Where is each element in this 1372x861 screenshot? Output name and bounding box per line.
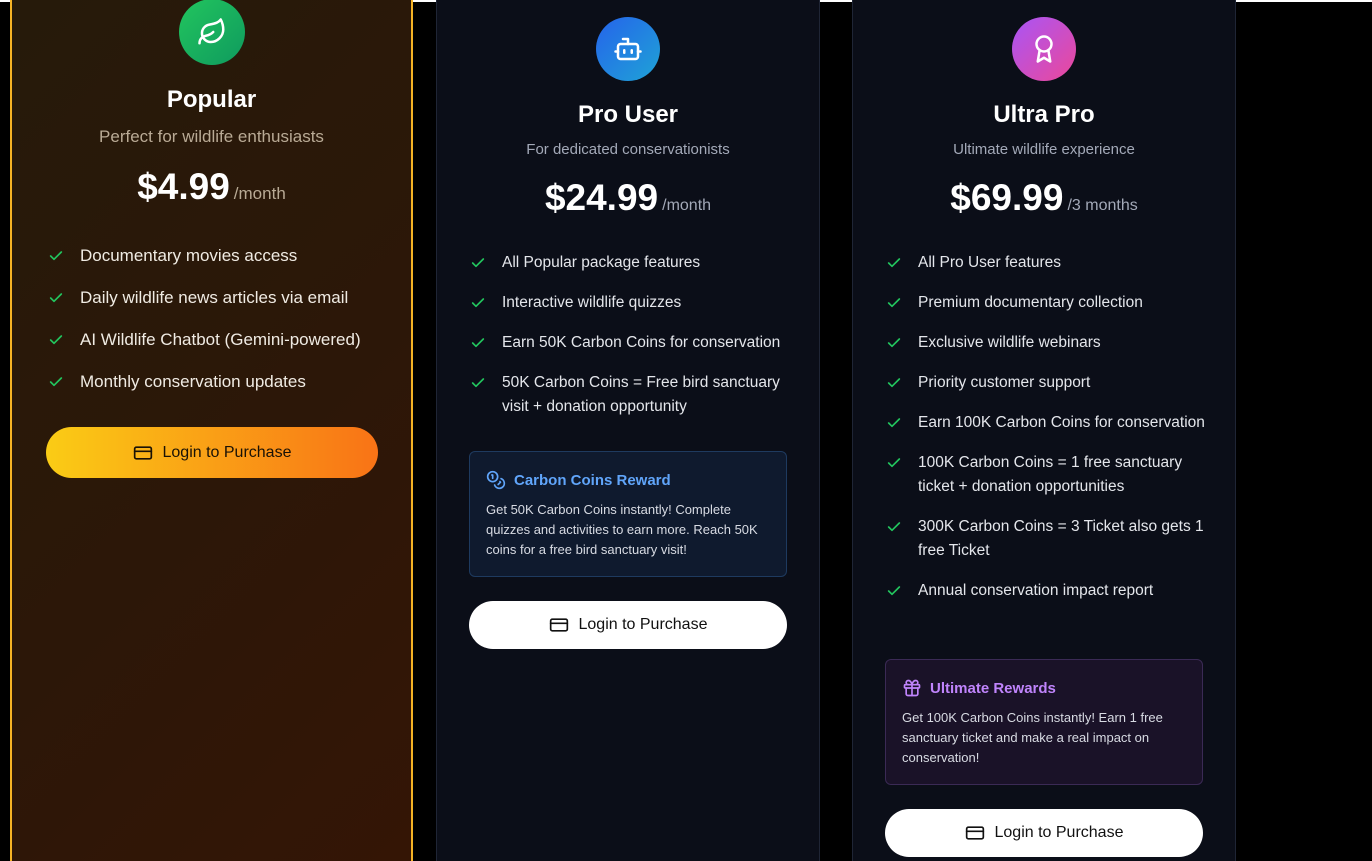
plan-card-popular: Popular Perfect for wildlife enthusiasts… [10, 0, 413, 861]
price-row: $4.99/month [12, 166, 411, 208]
feature-list: All Popular package features Interactive… [470, 251, 790, 435]
check-icon [49, 335, 63, 345]
plan-subtitle: Perfect for wildlife enthusiasts [99, 127, 324, 146]
feature-list: Documentary movies access Daily wildlife… [48, 244, 398, 412]
reward-header: Ultimate Rewards [902, 678, 1186, 698]
plan-card-pro-user: Pro User For dedicated conservationists … [436, 0, 820, 861]
reward-title: Ultimate Rewards [930, 679, 1056, 697]
check-icon [887, 298, 901, 308]
plan-price: $24.99 [544, 177, 659, 218]
login-to-purchase-button[interactable]: Login to Purchase [469, 601, 787, 649]
credit-card-icon [133, 445, 152, 460]
login-to-purchase-button[interactable]: Login to Purchase [46, 427, 378, 478]
feature-item: Earn 100K Carbon Coins for conservation [886, 411, 1206, 435]
feature-item: Earn 50K Carbon Coins for conservation [470, 331, 790, 355]
button-label: Login to Purchase [578, 616, 708, 633]
check-icon [471, 258, 485, 268]
check-icon [887, 458, 901, 468]
ultimate-rewards-box: Ultimate Rewards Get 100K Carbon Coins i… [885, 659, 1203, 785]
credit-card-icon [965, 826, 984, 840]
login-to-purchase-button[interactable]: Login to Purchase [885, 809, 1203, 857]
price-row: $24.99/month [437, 177, 819, 219]
feature-item: Monthly conservation updates [48, 370, 398, 394]
feature-item: 50K Carbon Coins = Free bird sanctuary v… [470, 371, 790, 419]
feature-text: Daily wildlife news articles via email [80, 288, 349, 307]
feature-item: Annual conservation impact report [886, 579, 1206, 603]
feature-text: All Popular package features [502, 254, 701, 271]
feature-item: Interactive wildlife quizzes [470, 291, 790, 315]
plan-price: $4.99 [137, 166, 230, 207]
credit-card-icon [549, 618, 568, 632]
gift-icon [903, 679, 921, 697]
plan-card-ultra-pro: Ultra Pro Ultimate wildlife experience $… [852, 0, 1236, 861]
plan-name: Pro User [577, 101, 679, 128]
bot-icon [596, 17, 660, 81]
plan-price: $69.99 [950, 177, 1064, 218]
plan-period: /month [233, 184, 286, 203]
reward-header: Carbon Coins Reward [486, 470, 770, 490]
carbon-coins-reward-box: Carbon Coins Reward Get 50K Carbon Coins… [469, 451, 787, 577]
award-icon [1012, 17, 1076, 81]
feature-text: Exclusive wildlife webinars [918, 334, 1101, 351]
check-icon [887, 338, 901, 348]
check-icon [471, 298, 485, 308]
feature-item: Daily wildlife news articles via email [48, 286, 398, 310]
feature-item: Priority customer support [886, 371, 1206, 395]
feature-text: AI Wildlife Chatbot (Gemini-powered) [80, 330, 361, 349]
feature-item: Premium documentary collection [886, 291, 1206, 315]
check-icon [887, 586, 901, 596]
leaf-icon [179, 0, 245, 65]
feature-text: All Pro User features [918, 254, 1061, 271]
feature-text: Monthly conservation updates [80, 372, 306, 391]
feature-text: 300K Carbon Coins = 3 Ticket also gets 1… [918, 518, 1204, 559]
coins-icon [486, 470, 506, 490]
feature-item: Documentary movies access [48, 244, 398, 268]
feature-item: AI Wildlife Chatbot (Gemini-powered) [48, 328, 398, 352]
feature-item: Exclusive wildlife webinars [886, 331, 1206, 355]
plan-period: /3 months [1067, 197, 1138, 214]
feature-item: 300K Carbon Coins = 3 Ticket also gets 1… [886, 515, 1206, 563]
feature-item: 100K Carbon Coins = 1 free sanctuary tic… [886, 451, 1206, 499]
feature-text: 50K Carbon Coins = Free bird sanctuary v… [502, 374, 780, 415]
feature-item: All Popular package features [470, 251, 790, 275]
check-icon [49, 377, 63, 387]
plan-subtitle: Ultimate wildlife experience [953, 141, 1135, 158]
feature-text: Documentary movies access [80, 246, 298, 265]
check-icon [49, 251, 63, 261]
check-icon [49, 293, 63, 303]
feature-text: Premium documentary collection [918, 294, 1143, 311]
check-icon [887, 378, 901, 388]
feature-text: Earn 50K Carbon Coins for conservation [502, 334, 781, 351]
feature-text: 100K Carbon Coins = 1 free sanctuary tic… [918, 454, 1183, 495]
plan-period: /month [662, 197, 712, 214]
check-icon [887, 522, 901, 532]
feature-text: Interactive wildlife quizzes [502, 294, 682, 311]
feature-item: All Pro User features [886, 251, 1206, 275]
feature-list: All Pro User features Premium documentar… [886, 251, 1206, 619]
check-icon [887, 418, 901, 428]
reward-title: Carbon Coins Reward [514, 471, 671, 489]
plan-name: Ultra Pro [993, 101, 1095, 128]
reward-text: Get 50K Carbon Coins instantly! Complete… [486, 502, 758, 557]
check-icon [887, 258, 901, 268]
plan-subtitle: For dedicated conservationists [526, 141, 730, 158]
reward-text: Get 100K Carbon Coins instantly! Earn 1 … [902, 710, 1163, 765]
feature-text: Priority customer support [918, 374, 1091, 391]
check-icon [471, 378, 485, 388]
plan-name: Popular [166, 86, 257, 113]
feature-text: Annual conservation impact report [918, 582, 1154, 599]
button-label: Login to Purchase [994, 824, 1124, 841]
button-label: Login to Purchase [162, 443, 292, 461]
feature-text: Earn 100K Carbon Coins for conservation [918, 414, 1205, 431]
check-icon [471, 338, 485, 348]
price-row: $69.99/3 months [853, 177, 1235, 219]
